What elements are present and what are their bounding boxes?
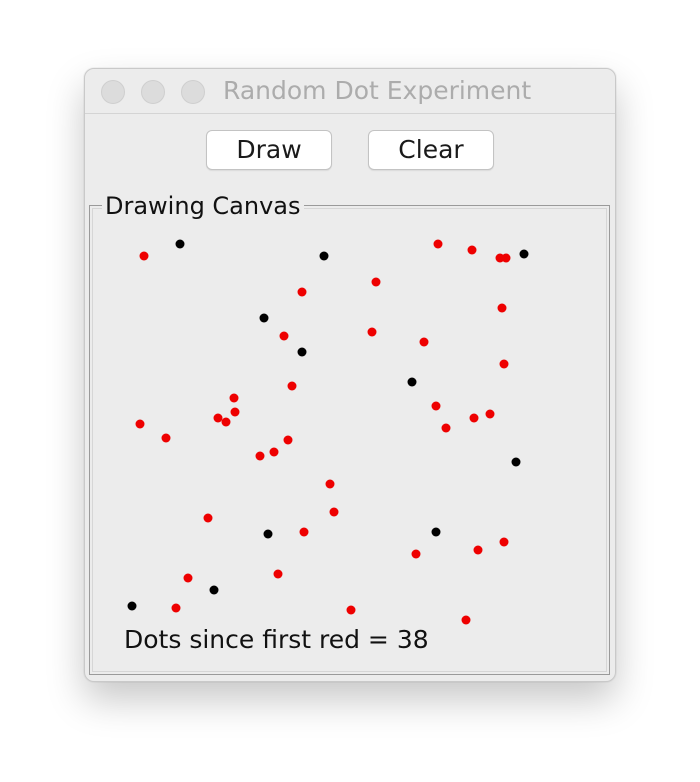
red-dot [161,433,171,443]
red-dot [497,303,507,313]
red-dot [171,603,181,613]
black-dot [209,585,219,595]
red-dot [499,359,509,369]
red-dot [183,573,193,583]
window-title: Random Dot Experiment [223,76,532,105]
red-dot [287,381,297,391]
red-dot [230,407,240,417]
red-dot [269,447,279,457]
draw-button[interactable]: Draw [206,130,332,170]
minimize-window-button[interactable] [141,80,165,104]
red-dot [367,327,377,337]
red-dot [431,401,441,411]
red-dot [279,331,289,341]
black-dot [259,313,269,323]
red-dot [461,615,471,625]
red-dot [329,507,339,517]
black-dot [263,529,273,539]
red-dot [297,287,307,297]
dot-count-status: Dots since first red = 38 [124,625,429,654]
black-dot [407,377,417,387]
app-window: Random Dot Experiment Draw Clear Drawing… [84,68,616,682]
red-dot [501,253,511,263]
title-bar[interactable]: Random Dot Experiment [85,69,615,114]
red-dot [203,513,213,523]
red-dot [229,393,239,403]
red-dot [346,605,356,615]
close-window-button[interactable] [101,80,125,104]
red-dot [255,451,265,461]
red-dot [371,277,381,287]
red-dot [469,413,479,423]
red-dot [273,569,283,579]
red-dot [467,245,477,255]
black-dot [431,527,441,537]
red-dot [433,239,443,249]
red-dot [135,419,145,429]
red-dot [441,423,451,433]
red-dot [419,337,429,347]
clear-button[interactable]: Clear [368,130,494,170]
black-dot [297,347,307,357]
black-dot [175,239,185,249]
red-dot [299,527,309,537]
red-dot [139,251,149,261]
black-dots [127,239,529,611]
red-dots [135,239,511,625]
black-dot [127,601,137,611]
red-dot [283,435,293,445]
red-dot [473,545,483,555]
black-dot [319,251,329,261]
black-dot [519,249,529,259]
zoom-window-button[interactable] [181,80,205,104]
red-dot [221,417,231,427]
red-dot [411,549,421,559]
red-dot [325,479,335,489]
panel-legend: Drawing Canvas [102,194,304,218]
red-dot [213,413,223,423]
black-dot [511,457,521,467]
drawing-canvas[interactable] [90,219,610,669]
red-dot [499,537,509,547]
red-dot [485,409,495,419]
